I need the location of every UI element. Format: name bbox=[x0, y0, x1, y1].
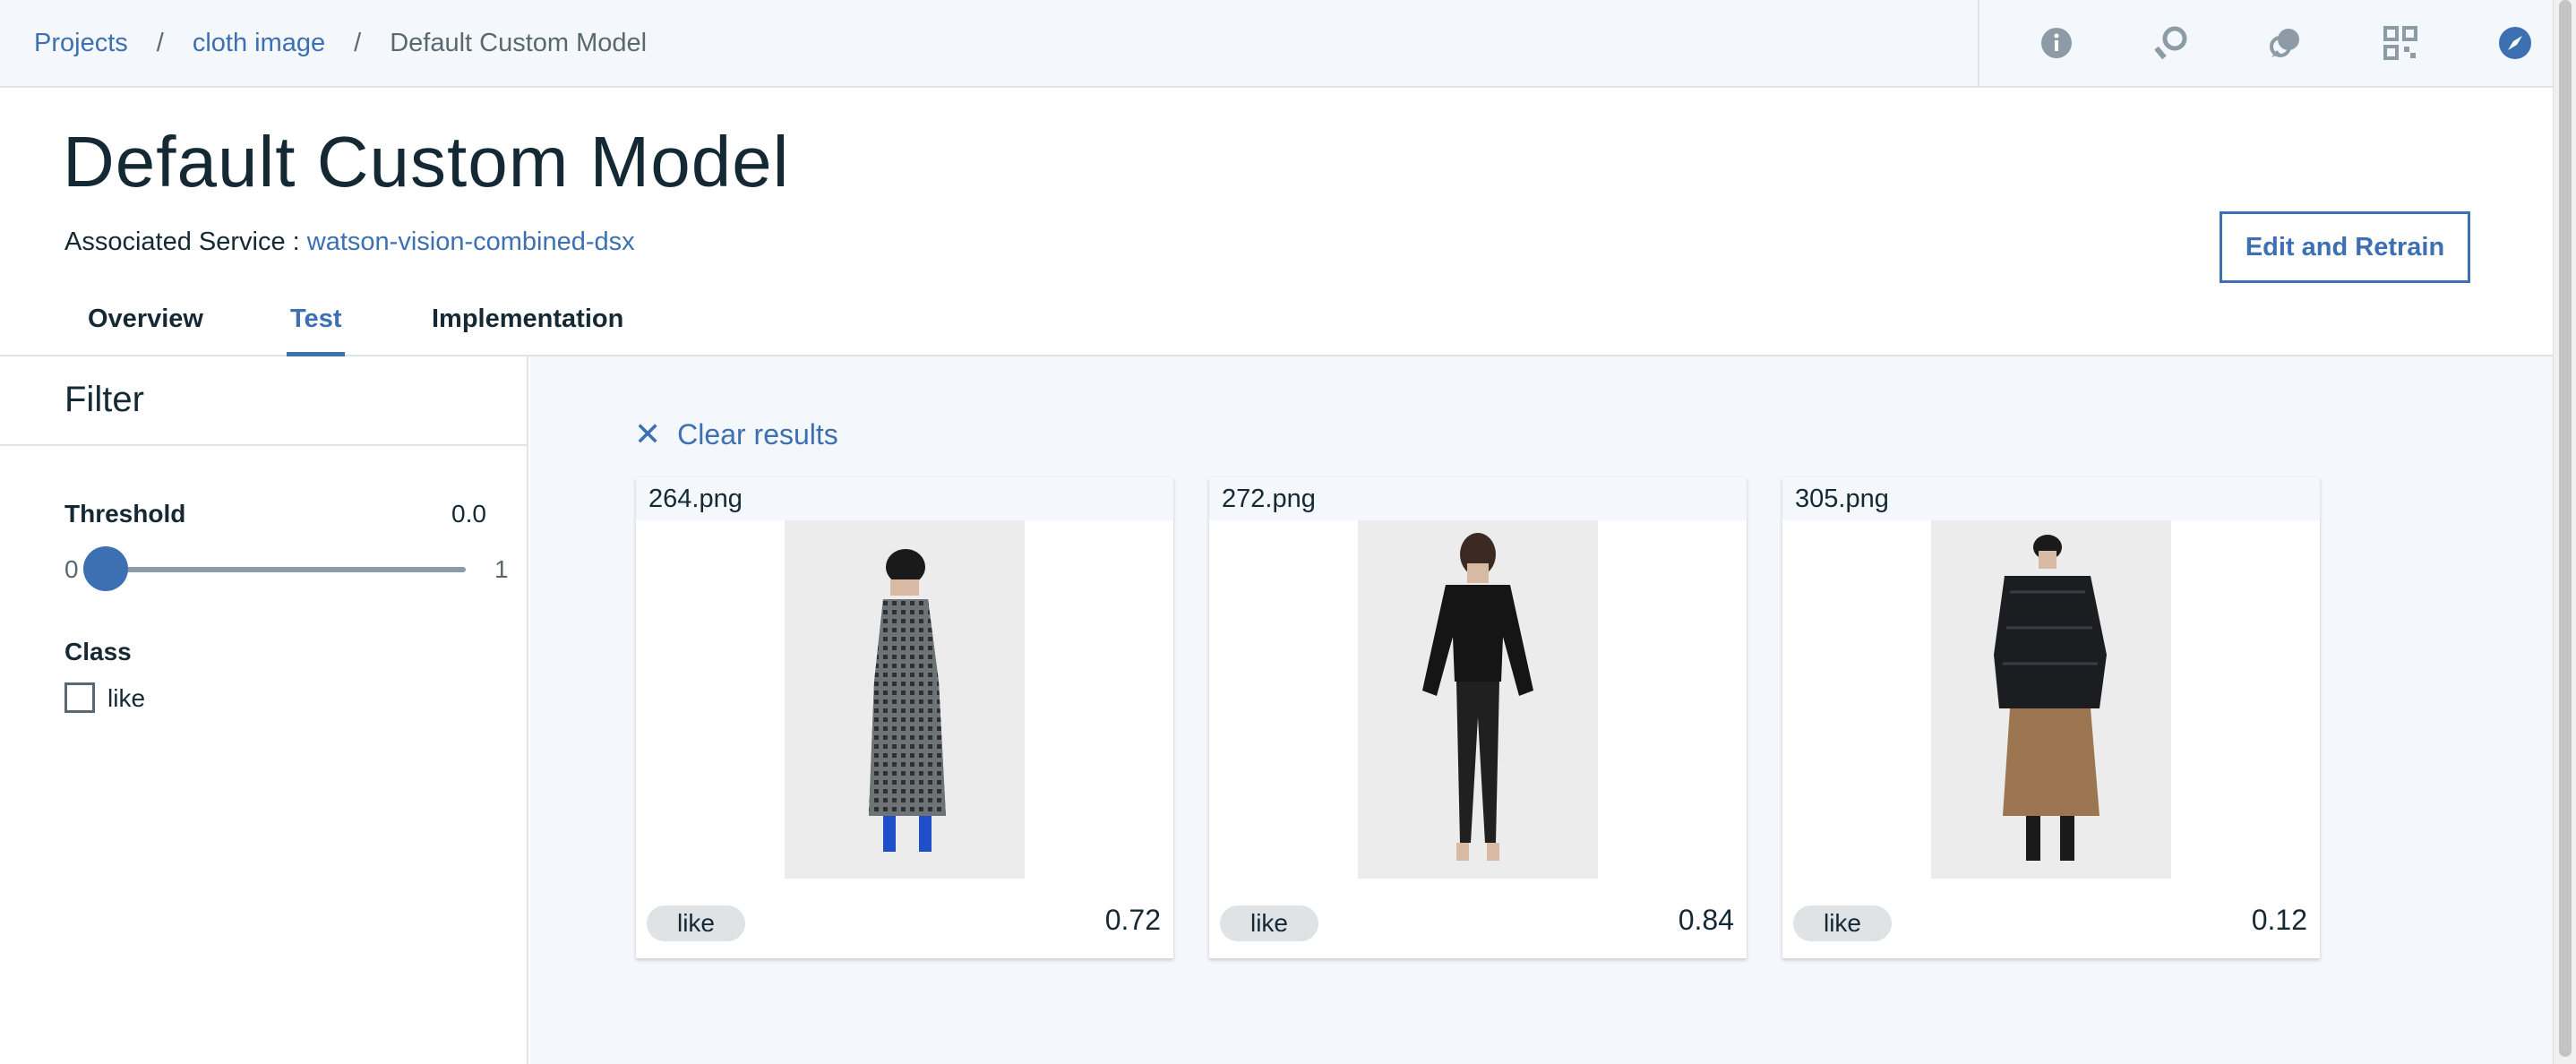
breadcrumb-current: Default Custom Model bbox=[390, 28, 648, 57]
breadcrumb-separator: / bbox=[354, 28, 362, 57]
breadcrumb-projects[interactable]: Projects bbox=[34, 29, 128, 58]
filter-panel: Filter Threshold 0.0 0 1 Class like bbox=[0, 356, 528, 1064]
top-icon-bar bbox=[1978, 0, 2553, 86]
class-tag: like bbox=[1220, 905, 1318, 941]
clear-results-button[interactable]: ✕ Clear results bbox=[634, 416, 838, 453]
associated-service-link[interactable]: watson-vision-combined-dsx bbox=[307, 227, 635, 256]
associated-service: Associated Service : watson-vision-combi… bbox=[64, 227, 635, 257]
breadcrumb-separator: / bbox=[156, 28, 164, 57]
threshold-label: Threshold bbox=[64, 500, 186, 528]
filter-title: Filter bbox=[64, 380, 144, 419]
class-like-label[interactable]: like bbox=[107, 684, 145, 713]
tab-bar: Overview Test Implementation bbox=[0, 296, 2553, 356]
confidence-score: 0.72 bbox=[1104, 904, 1161, 936]
clear-results-label: Clear results bbox=[677, 417, 838, 450]
slider-max-label: 1 bbox=[494, 555, 509, 583]
class-tag: like bbox=[1793, 905, 1892, 941]
result-image bbox=[785, 520, 1025, 879]
card-header: 272.png bbox=[1209, 477, 1747, 520]
card-header: 305.png bbox=[1782, 477, 2320, 520]
result-image bbox=[1931, 520, 2171, 879]
card-filename: 305.png bbox=[1795, 485, 1889, 513]
compass-icon[interactable] bbox=[2497, 25, 2533, 61]
chat-icon[interactable] bbox=[2268, 25, 2304, 61]
result-card[interactable]: 264.png like 0.72 bbox=[636, 477, 1173, 958]
tab-implementation[interactable]: Implementation bbox=[432, 305, 623, 352]
result-card[interactable]: 272.png like 0.84 bbox=[1209, 477, 1747, 958]
breadcrumb-cloth-image[interactable]: cloth image bbox=[193, 29, 325, 58]
info-icon[interactable] bbox=[2039, 25, 2074, 61]
threshold-value: 0.0 bbox=[451, 500, 486, 528]
scrollbar[interactable] bbox=[2553, 0, 2576, 1064]
card-filename: 272.png bbox=[1222, 485, 1316, 513]
class-label: Class bbox=[64, 638, 132, 665]
card-filename: 264.png bbox=[648, 485, 743, 513]
filter-divider bbox=[0, 444, 528, 446]
page-title: Default Custom Model bbox=[63, 122, 790, 202]
close-icon: ✕ bbox=[634, 416, 662, 452]
results-area: ✕ Clear results 264.png like 0.72 272.pn… bbox=[530, 356, 2553, 1064]
class-like-checkbox[interactable] bbox=[64, 682, 95, 713]
result-card[interactable]: 305.png like 0.12 bbox=[1782, 477, 2320, 958]
tab-overview[interactable]: Overview bbox=[88, 305, 203, 352]
confidence-score: 0.12 bbox=[2251, 904, 2307, 936]
result-image bbox=[1358, 520, 1598, 879]
edit-and-retrain-button[interactable]: Edit and Retrain bbox=[2220, 211, 2470, 283]
qr-code-icon[interactable] bbox=[2383, 25, 2418, 61]
threshold-slider-thumb[interactable] bbox=[83, 546, 128, 591]
confidence-score: 0.84 bbox=[1678, 904, 1734, 936]
slider-min-label: 0 bbox=[64, 555, 79, 583]
breadcrumb: Projects / cloth image / Default Custom … bbox=[34, 0, 647, 86]
feedback-icon[interactable] bbox=[2153, 25, 2189, 61]
tab-test[interactable]: Test bbox=[287, 305, 346, 356]
card-header: 264.png bbox=[636, 477, 1173, 520]
threshold-slider-track[interactable] bbox=[106, 567, 466, 572]
associated-service-label: Associated Service : bbox=[64, 227, 307, 256]
class-tag: like bbox=[647, 905, 745, 941]
scrollbar-thumb[interactable] bbox=[2559, 0, 2572, 1057]
top-bar: Projects / cloth image / Default Custom … bbox=[0, 0, 2553, 88]
